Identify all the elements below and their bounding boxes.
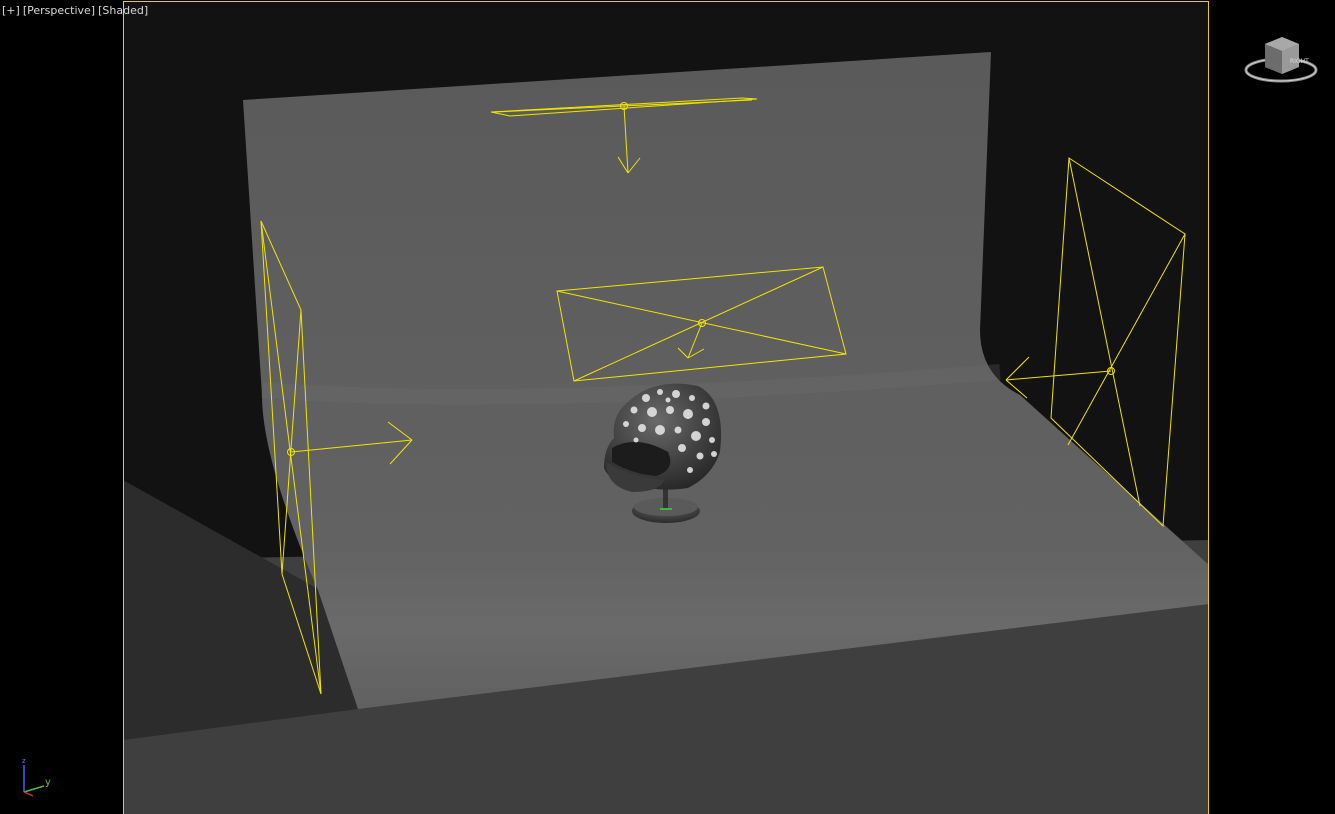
perspective-viewport[interactable]: RIGHT [+] [Perspective] [Shaded] z y: [0, 0, 1335, 814]
scene-canvas[interactable]: RIGHT: [0, 0, 1335, 814]
axis-tripod: [23, 765, 45, 797]
view-cube[interactable]: RIGHT: [1244, 37, 1318, 83]
view-cube-face-label: RIGHT: [1290, 58, 1309, 65]
axis-z-label: z: [22, 757, 26, 765]
viewport-view-menu[interactable]: [Perspective]: [23, 4, 95, 17]
axis-y-label: y: [45, 777, 51, 788]
viewport-general-menu[interactable]: [+]: [2, 4, 20, 17]
viewport-label-menu[interactable]: [+] [Perspective] [Shaded]: [2, 4, 148, 17]
viewport-shading-menu[interactable]: [Shaded]: [98, 4, 148, 17]
